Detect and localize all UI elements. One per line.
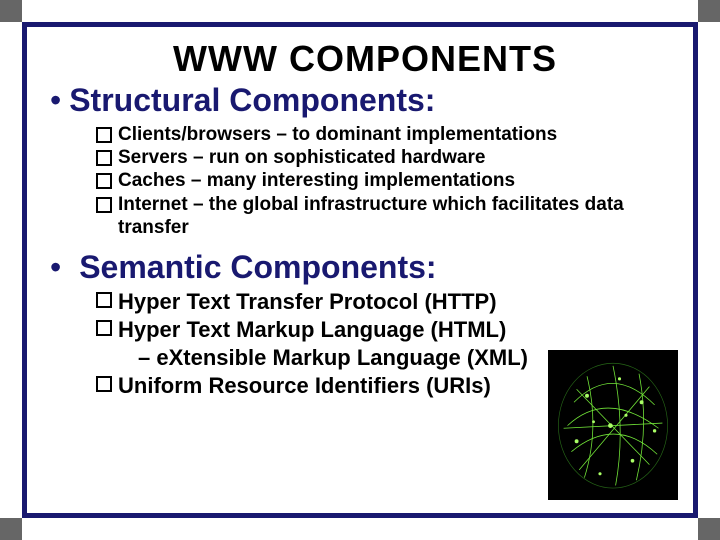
frame-top bbox=[22, 22, 698, 27]
frame-corner-tl bbox=[0, 0, 22, 22]
slide-content: WWW COMPONENTS • Structural Components: … bbox=[50, 38, 680, 400]
bullet-icon: • bbox=[50, 84, 69, 116]
item-text: Clients/browsers – to dominant implement… bbox=[118, 123, 557, 146]
list-item: Servers – run on sophisticated hardware bbox=[96, 146, 680, 169]
frame-corner-br bbox=[698, 518, 720, 540]
bullet-icon: • bbox=[50, 251, 69, 283]
slide-title: WWW COMPONENTS bbox=[50, 38, 680, 80]
square-bullet-icon bbox=[96, 376, 112, 392]
list-item: Hyper Text Transfer Protocol (HTTP) bbox=[96, 288, 680, 316]
frame-corner-bl bbox=[0, 518, 22, 540]
item-text: Servers – run on sophisticated hardware bbox=[118, 146, 485, 169]
item-text: Uniform Resource Identifiers (URIs) bbox=[118, 372, 491, 400]
square-bullet-icon bbox=[96, 150, 112, 166]
item-text: Caches – many interesting implementation… bbox=[118, 169, 515, 192]
item-text: – eXtensible Markup Language (XML) bbox=[138, 345, 528, 370]
list-item: Caches – many interesting implementation… bbox=[96, 169, 680, 192]
structural-items: Clients/browsers – to dominant implement… bbox=[96, 123, 680, 239]
section-structural: • Structural Components: bbox=[50, 82, 680, 119]
item-text: Hyper Text Markup Language (HTML) bbox=[118, 316, 506, 344]
square-bullet-icon bbox=[96, 197, 112, 213]
list-item: Internet – the global infrastructure whi… bbox=[96, 193, 680, 239]
item-text: Internet – the global infrastructure whi… bbox=[118, 193, 680, 239]
list-item: Clients/browsers – to dominant implement… bbox=[96, 123, 680, 146]
list-item: Hyper Text Markup Language (HTML) bbox=[96, 316, 680, 344]
square-bullet-icon bbox=[96, 320, 112, 336]
section-heading-structural: Structural Components: bbox=[69, 82, 435, 119]
frame-corner-tr bbox=[698, 0, 720, 22]
section-heading-semantic: Semantic Components: bbox=[79, 249, 436, 286]
frame-bottom bbox=[22, 513, 698, 518]
square-bullet-icon bbox=[96, 292, 112, 308]
square-bullet-icon bbox=[96, 173, 112, 189]
globe-network-image bbox=[548, 350, 678, 500]
frame-left bbox=[22, 22, 27, 518]
item-text: Hyper Text Transfer Protocol (HTTP) bbox=[118, 288, 497, 316]
square-bullet-icon bbox=[96, 127, 112, 143]
frame-right bbox=[693, 22, 698, 518]
section-semantic: • Semantic Components: bbox=[50, 249, 680, 286]
